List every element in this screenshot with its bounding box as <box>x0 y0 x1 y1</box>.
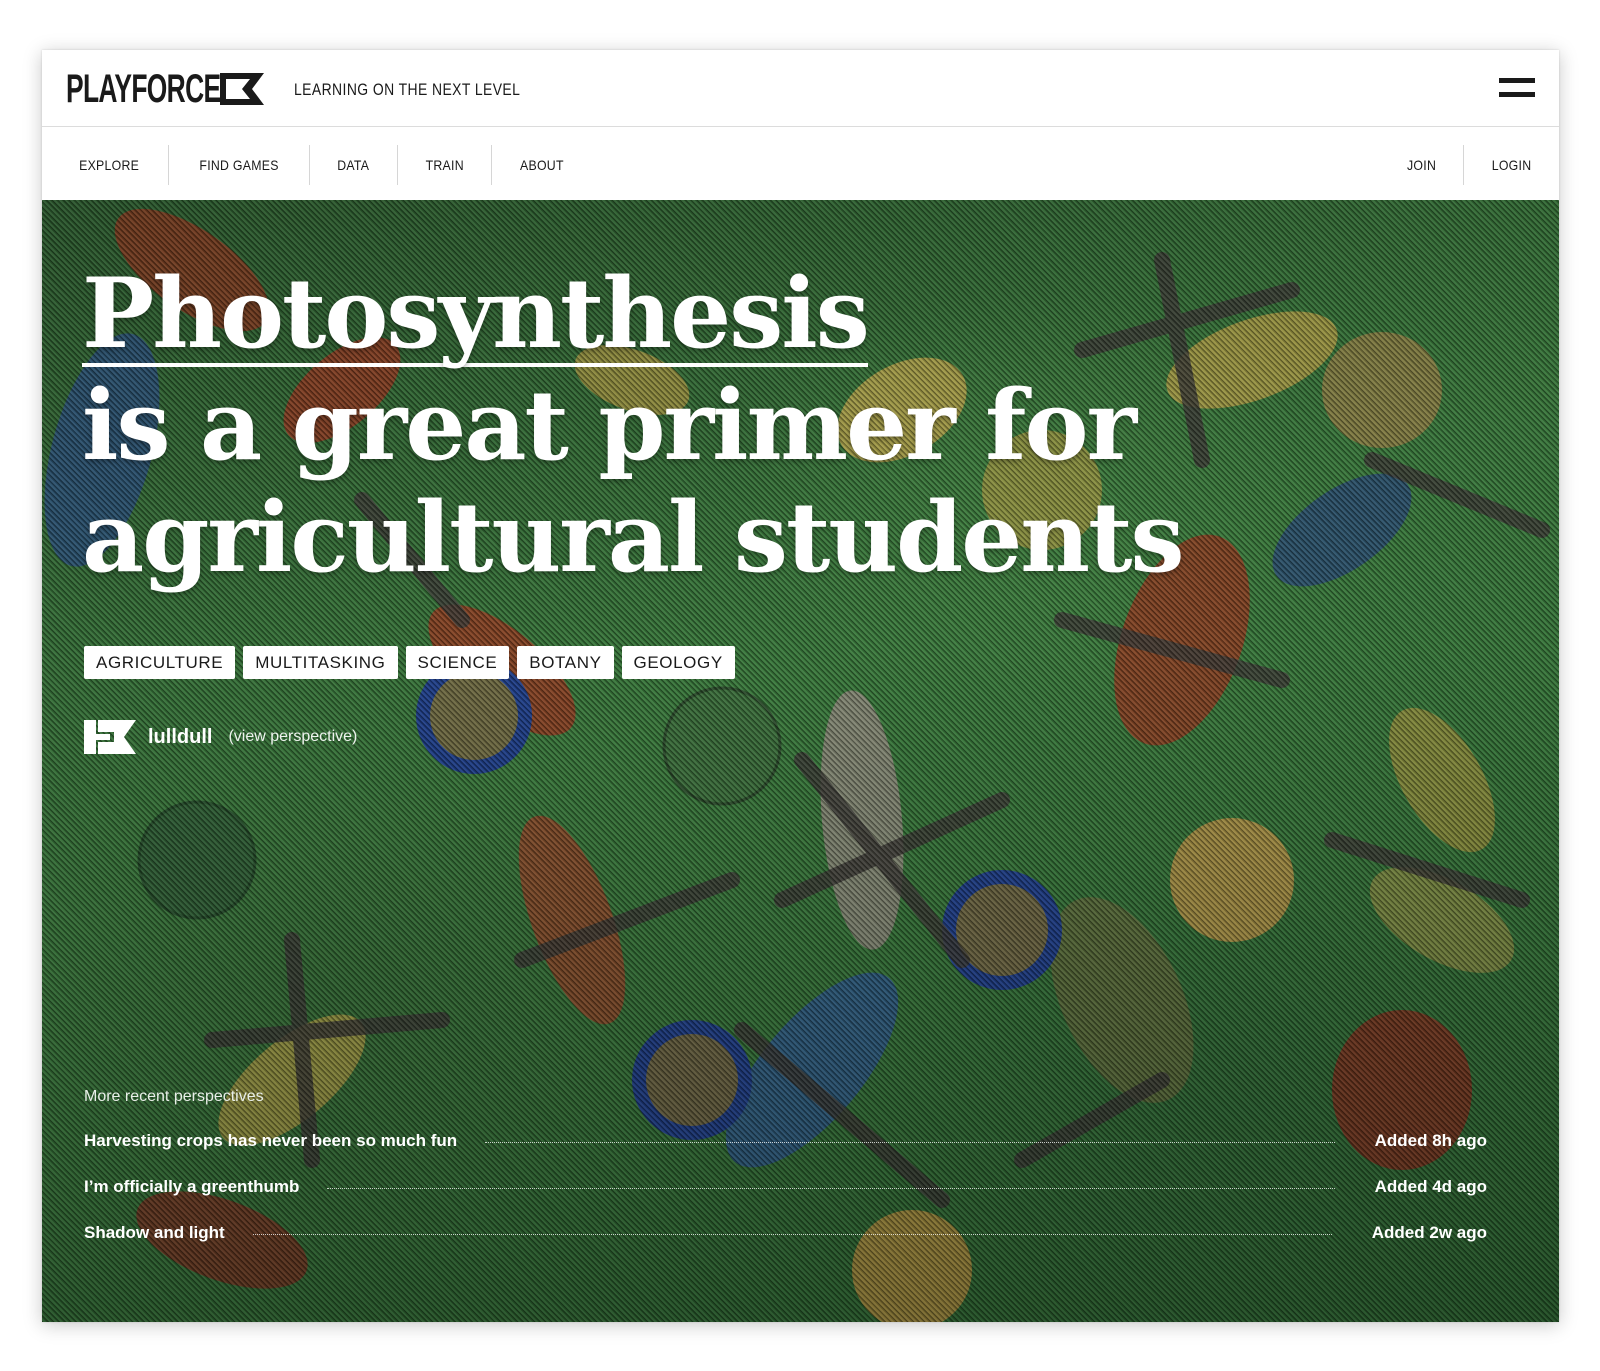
author-row: lulldull (view perspective) <box>84 720 357 754</box>
dotted-leader <box>252 1233 1332 1235</box>
browser-page: PLAYFORCE LEARNING ON THE NEXT LEVEL EXP… <box>42 50 1559 1322</box>
nav-item-explore[interactable]: EXPLORE <box>50 145 168 185</box>
nav-item-login[interactable]: LOGIN <box>1462 145 1559 185</box>
logo[interactable]: PLAYFORCE <box>66 67 286 111</box>
headline-line-2: is a great primer for <box>82 369 1137 482</box>
menu-icon[interactable] <box>1499 75 1535 101</box>
tag-geology[interactable]: GEOLOGY <box>621 646 735 679</box>
recent-item-time: Added 8h ago <box>1374 1131 1487 1150</box>
nav-item-data[interactable]: DATA <box>309 145 396 185</box>
tag-multitasking[interactable]: MULTITASKING <box>243 646 398 679</box>
view-perspective-link[interactable]: (view perspective) <box>228 728 357 746</box>
author-name[interactable]: lulldull <box>148 726 212 749</box>
nav-item-join[interactable]: JOIN <box>1380 145 1463 185</box>
top-bar: PLAYFORCE LEARNING ON THE NEXT LEVEL <box>42 50 1559 127</box>
headline-line-3: agricultural students <box>82 481 1184 594</box>
tag-science[interactable]: SCIENCE <box>405 646 510 679</box>
nav-item-find-games[interactable]: FIND GAMES <box>168 145 309 185</box>
tag-botany[interactable]: BOTANY <box>517 646 614 679</box>
author-avatar-icon <box>84 720 136 754</box>
recent-item-time: Added 2w ago <box>1371 1223 1487 1242</box>
hero-headline: Photosynthesis is a great primer for agr… <box>82 258 1184 594</box>
tagline: LEARNING ON THE NEXT LEVEL <box>294 80 521 99</box>
recent-item-title: I’m officially a greenthumb <box>84 1177 300 1196</box>
nav-item-about[interactable]: ABOUT <box>491 145 592 185</box>
logo-text: PLAYFORCE <box>66 67 221 111</box>
recent-item-time: Added 4d ago <box>1374 1177 1487 1196</box>
hero-section: Photosynthesis is a great primer for agr… <box>42 200 1559 1322</box>
tag-list: AGRICULTURE MULTITASKING SCIENCE BOTANY … <box>84 646 735 679</box>
nav-left: EXPLORE FIND GAMES DATA TRAIN ABOUT <box>50 145 592 185</box>
tag-agriculture[interactable]: AGRICULTURE <box>84 646 236 679</box>
recent-item[interactable]: Harvesting crops has never been so much … <box>84 1130 1487 1152</box>
logo-flag-icon <box>220 73 264 105</box>
main-nav: EXPLORE FIND GAMES DATA TRAIN ABOUT JOIN… <box>42 127 1559 203</box>
dotted-leader <box>327 1187 1335 1189</box>
recent-perspectives: More recent perspectives Harvesting crop… <box>84 1088 1487 1268</box>
dotted-leader <box>485 1141 1335 1143</box>
recent-item-title: Shadow and light <box>84 1223 225 1242</box>
headline-link[interactable]: Photosynthesis <box>82 265 870 367</box>
recent-item[interactable]: Shadow and light Added 2w ago <box>84 1222 1487 1244</box>
nav-item-train[interactable]: TRAIN <box>396 145 492 185</box>
recent-heading: More recent perspectives <box>84 1088 264 1105</box>
recent-item-title: Harvesting crops has never been so much … <box>84 1131 458 1150</box>
recent-item[interactable]: I’m officially a greenthumb Added 4d ago <box>84 1176 1487 1198</box>
nav-right: JOIN LOGIN <box>1380 145 1559 185</box>
